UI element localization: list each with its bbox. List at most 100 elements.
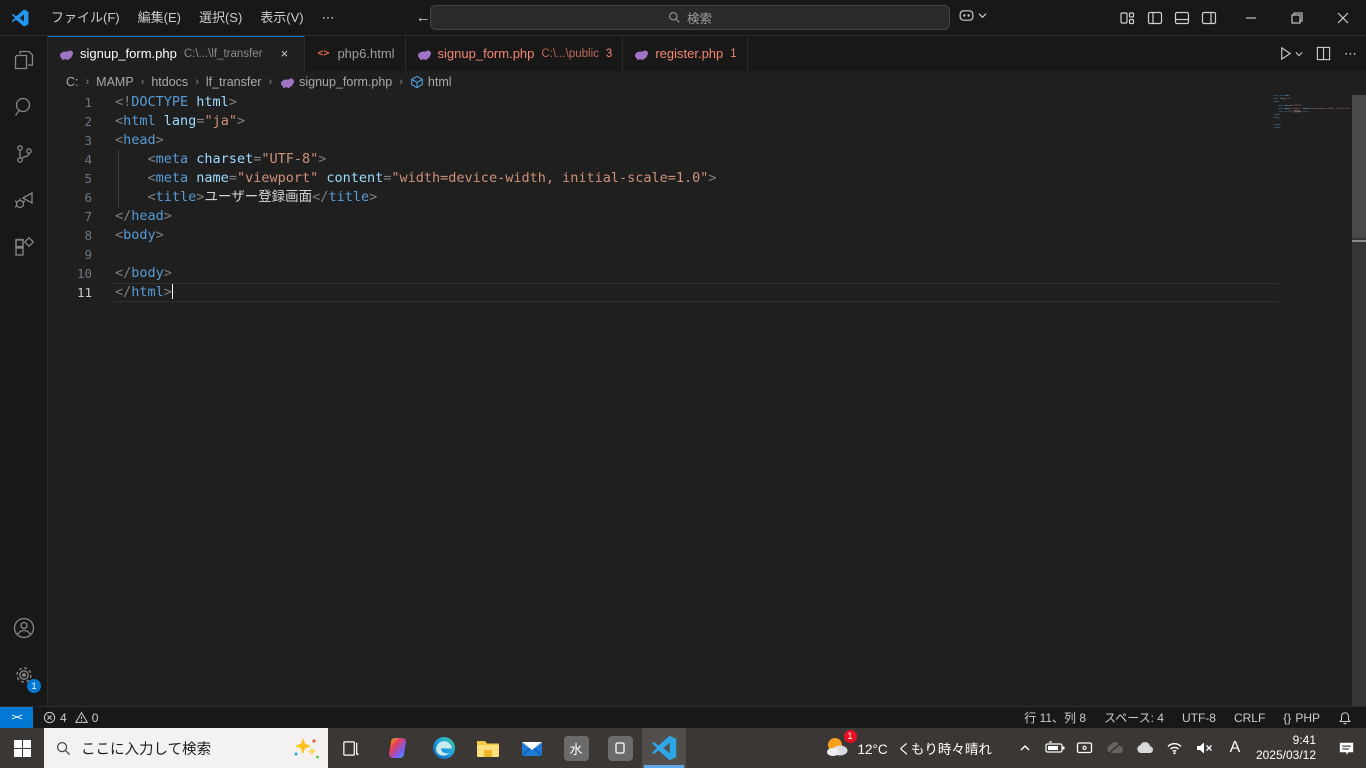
code-editor[interactable]: 1 <!DOCTYPE html> 2 <html lang="ja"> 3 <head>… bbox=[48, 93, 1366, 706]
taskbar-app-kanji-sui-icon[interactable]: 水 bbox=[554, 728, 598, 768]
tab-php6.html[interactable]: <> php6.html bbox=[305, 36, 406, 71]
line-number: 10 bbox=[76, 266, 92, 281]
nav-back-icon[interactable]: ← bbox=[416, 9, 431, 26]
restore-button[interactable] bbox=[1274, 0, 1320, 35]
breadcrumb-label: lf_transfer bbox=[205, 75, 262, 89]
scrollbar-thumb[interactable] bbox=[1352, 95, 1366, 238]
breadcrumb-item-lf-transfer[interactable]: lf_transfer bbox=[206, 75, 262, 89]
tray-wifi-icon[interactable] bbox=[1164, 728, 1186, 768]
toggle-secondary-sidebar-icon[interactable] bbox=[1201, 10, 1217, 26]
tray-volume-muted-icon[interactable] bbox=[1194, 728, 1216, 768]
code-line[interactable]: 7 </head> bbox=[48, 207, 1366, 226]
php-file-icon bbox=[416, 46, 432, 62]
code-line[interactable]: 9 bbox=[48, 245, 1366, 264]
taskbar-app-copilot-icon[interactable] bbox=[378, 728, 422, 768]
code-line[interactable]: 2 <html lang="ja"> bbox=[48, 112, 1366, 131]
breadcrumb-label: signup_form.php bbox=[299, 75, 393, 89]
copilot-menu-button[interactable] bbox=[958, 7, 987, 24]
taskbar-search-input[interactable]: ここに入力して検索 bbox=[44, 728, 328, 768]
run-button[interactable] bbox=[1278, 46, 1303, 61]
line-number: 6 bbox=[84, 190, 92, 205]
source-control-icon[interactable] bbox=[0, 130, 48, 177]
eol-status[interactable]: CRLF bbox=[1234, 711, 1265, 725]
menu-more[interactable]: ⋯ bbox=[313, 0, 344, 35]
code-line[interactable]: 6 <title>ユーザー登録画面</title> bbox=[48, 188, 1366, 207]
code-line[interactable]: 5 <meta name="viewport" content="width=d… bbox=[48, 169, 1366, 188]
breadcrumb-label: C: bbox=[66, 75, 79, 89]
more-actions-icon[interactable]: ⋯ bbox=[1344, 46, 1358, 62]
code-line[interactable]: 1 <!DOCTYPE html> bbox=[48, 93, 1366, 112]
cursor-position-status[interactable]: 行 11、列 8 bbox=[1024, 709, 1086, 726]
tab-problems-badge: 3 bbox=[605, 47, 613, 60]
taskbar-app-explorer-icon[interactable] bbox=[466, 728, 510, 768]
toggle-sidebar-icon[interactable] bbox=[1147, 10, 1163, 26]
minimize-button[interactable] bbox=[1228, 0, 1274, 35]
code-line[interactable]: 11 </html> bbox=[48, 283, 1366, 302]
settings-gear-icon[interactable]: 1 bbox=[0, 651, 48, 698]
code-line[interactable]: 10 </body> bbox=[48, 264, 1366, 283]
vertical-scrollbar[interactable] bbox=[1352, 95, 1366, 706]
breadcrumb-item-htdocs[interactable]: htdocs bbox=[151, 75, 188, 89]
status-bar: >< 4 0 行 11、列 8 スペース: 4 UTF-8 CRLF {} PH… bbox=[0, 706, 1366, 729]
breadcrumb-item-c-[interactable]: C: bbox=[66, 75, 79, 89]
taskbar-app-widget-app-icon[interactable] bbox=[598, 728, 642, 768]
action-center-icon[interactable] bbox=[1326, 728, 1366, 768]
problems-status[interactable]: 4 0 bbox=[43, 711, 98, 725]
tab-signup_form.php[interactable]: signup_form.php C:\...\lf_transfer × bbox=[48, 36, 306, 71]
taskbar-clock[interactable]: 9:41 2025/03/12 bbox=[1246, 733, 1326, 763]
bing-sparkle-icon bbox=[294, 738, 319, 759]
tab-register.php[interactable]: register.php 1 bbox=[623, 36, 748, 71]
tray-battery-icon[interactable] bbox=[1044, 728, 1066, 768]
encoding-status[interactable]: UTF-8 bbox=[1182, 711, 1216, 725]
taskbar-apps: 水 bbox=[378, 728, 686, 768]
run-dropdown-icon[interactable] bbox=[1295, 50, 1303, 58]
toggle-panel-icon[interactable] bbox=[1174, 10, 1190, 26]
language-status[interactable]: {} PHP bbox=[1283, 711, 1320, 725]
run-debug-icon[interactable] bbox=[0, 177, 48, 224]
code-line[interactable]: 8 <body> bbox=[48, 226, 1366, 245]
tab-close-icon[interactable]: × bbox=[274, 46, 294, 61]
indentation-status[interactable]: スペース: 4 bbox=[1104, 709, 1164, 726]
minimap[interactable]: <!DOCTYPE html> <html lang="ja"> <head> <m… bbox=[1250, 95, 1350, 130]
explorer-icon[interactable] bbox=[0, 36, 48, 83]
taskbar-app-vscode-icon[interactable] bbox=[642, 728, 686, 768]
error-icon bbox=[43, 711, 56, 724]
extensions-icon[interactable] bbox=[0, 224, 48, 271]
code-line[interactable]: 3 <head> bbox=[48, 131, 1366, 150]
line-number: 2 bbox=[84, 114, 92, 129]
menu-view[interactable]: 表示(V) bbox=[251, 0, 312, 35]
tray-cloud-icon[interactable] bbox=[1134, 728, 1156, 768]
tray-display-icon[interactable] bbox=[1074, 728, 1096, 768]
menu-edit[interactable]: 編集(E) bbox=[129, 0, 190, 35]
split-editor-icon[interactable] bbox=[1316, 46, 1331, 61]
account-icon[interactable] bbox=[0, 604, 48, 651]
language-label: PHP bbox=[1295, 710, 1320, 725]
breadcrumb-item-mamp[interactable]: MAMP bbox=[96, 75, 134, 89]
search-icon bbox=[669, 12, 680, 23]
tray-onedrive-paused-icon[interactable] bbox=[1104, 728, 1126, 768]
breadcrumb-item-signup-form-php[interactable]: signup_form.php bbox=[279, 74, 392, 90]
taskbar-app-edge-icon[interactable] bbox=[422, 728, 466, 768]
remote-indicator[interactable]: >< bbox=[0, 706, 33, 729]
notifications-bell-icon[interactable] bbox=[1338, 711, 1352, 725]
menu-selection[interactable]: 選択(S) bbox=[190, 0, 251, 35]
tray-ime-a-icon[interactable]: A bbox=[1224, 728, 1246, 768]
tab-label: register.php bbox=[655, 46, 724, 61]
command-center-search[interactable]: 検索 bbox=[430, 5, 950, 30]
customize-layout-icon[interactable] bbox=[1120, 10, 1136, 26]
menu-file[interactable]: ファイル(F) bbox=[42, 0, 129, 35]
breadcrumb-label: htdocs bbox=[151, 75, 189, 89]
search-icon bbox=[56, 741, 71, 755]
code-line[interactable]: 4 <meta charset="UTF-8"> bbox=[48, 150, 1366, 169]
start-button[interactable] bbox=[0, 728, 44, 768]
warning-count: 0 bbox=[91, 710, 99, 725]
kanji-sui-icon: 水 bbox=[563, 735, 589, 761]
close-button[interactable] bbox=[1320, 0, 1366, 35]
weather-widget[interactable]: 1 12°C くもり時々晴れ bbox=[816, 729, 1000, 762]
taskbar-app-mail-icon[interactable] bbox=[510, 728, 554, 768]
tray-chevron-up-icon[interactable] bbox=[1014, 728, 1036, 768]
breadcrumb-item-html[interactable]: html bbox=[410, 75, 452, 89]
search-view-icon[interactable] bbox=[0, 83, 48, 130]
task-view-icon[interactable] bbox=[333, 728, 367, 768]
tab-signup_form.php[interactable]: signup_form.php C:\...\public 3 bbox=[406, 36, 624, 71]
